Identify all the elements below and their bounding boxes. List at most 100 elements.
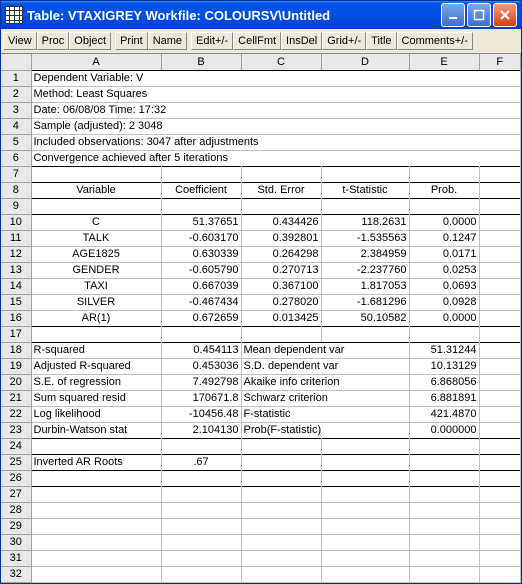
stat-name-r[interactable]: S.D. dependent var <box>241 358 409 374</box>
row-header[interactable]: 13 <box>1 262 31 278</box>
cell-E8[interactable]: Prob. <box>409 182 479 198</box>
cell-C26[interactable] <box>241 470 321 486</box>
cell-B9[interactable] <box>161 198 241 214</box>
cell-A15[interactable]: SILVER <box>31 294 161 310</box>
cell-B26[interactable] <box>161 470 241 486</box>
cell-E25[interactable] <box>409 454 479 470</box>
meta-line[interactable]: Sample (adjusted): 2 3048 <box>31 118 521 134</box>
cell-B30[interactable] <box>161 534 241 550</box>
col-header-D[interactable]: D <box>321 54 409 70</box>
row-header[interactable]: 8 <box>1 182 31 198</box>
tool-insdel[interactable]: InsDel <box>281 32 322 50</box>
stat-value-r[interactable]: 6.868056 <box>409 374 479 390</box>
cell-E14[interactable]: 0.0693 <box>409 278 479 294</box>
cell-B12[interactable]: 0.630339 <box>161 246 241 262</box>
row-header[interactable]: 19 <box>1 358 31 374</box>
cell-F24[interactable] <box>479 438 521 454</box>
meta-line[interactable]: Included observations: 3047 after adjust… <box>31 134 521 150</box>
cell-C11[interactable]: 0.392801 <box>241 230 321 246</box>
cell-A14[interactable]: TAXI <box>31 278 161 294</box>
tool-title[interactable]: Title <box>366 32 396 50</box>
cell-F11[interactable] <box>479 230 521 246</box>
cell-A11[interactable]: TALK <box>31 230 161 246</box>
row-header[interactable]: 24 <box>1 438 31 454</box>
stat-value[interactable]: 0.453036 <box>161 358 241 374</box>
stat-value[interactable]: -10456.48 <box>161 406 241 422</box>
tool-edit-[interactable]: Edit+/- <box>191 32 233 50</box>
cell-A32[interactable] <box>31 566 161 582</box>
cell-D32[interactable] <box>321 566 409 582</box>
col-header-E[interactable]: E <box>409 54 479 70</box>
cell-E11[interactable]: 0.1247 <box>409 230 479 246</box>
cell-D16[interactable]: 50.10582 <box>321 310 409 326</box>
cell-E16[interactable]: 0.0000 <box>409 310 479 326</box>
row-header[interactable]: 18 <box>1 342 31 358</box>
cell-A28[interactable] <box>31 502 161 518</box>
row-header[interactable]: 17 <box>1 326 31 342</box>
cell-F8[interactable] <box>479 182 521 198</box>
cell-E27[interactable] <box>409 486 479 502</box>
stat-value-r[interactable]: 421.4870 <box>409 406 479 422</box>
stat-value-r[interactable]: 6.881891 <box>409 390 479 406</box>
cell-E28[interactable] <box>409 502 479 518</box>
cell-A24[interactable] <box>31 438 161 454</box>
cell-B31[interactable] <box>161 550 241 566</box>
row-header[interactable]: 6 <box>1 150 31 166</box>
cell-D9[interactable] <box>321 198 409 214</box>
stat-name[interactable]: Durbin-Watson stat <box>31 422 161 438</box>
cell-C29[interactable] <box>241 518 321 534</box>
stat-value[interactable]: 0.454113 <box>161 342 241 358</box>
cell-B14[interactable]: 0.667039 <box>161 278 241 294</box>
meta-line[interactable]: Dependent Variable: V <box>31 70 521 86</box>
cell-A10[interactable]: C <box>31 214 161 230</box>
meta-line[interactable]: Method: Least Squares <box>31 86 521 102</box>
cell-B8[interactable]: Coefficient <box>161 182 241 198</box>
cell-E13[interactable]: 0.0253 <box>409 262 479 278</box>
row-header[interactable]: 4 <box>1 118 31 134</box>
stat-name[interactable]: R-squared <box>31 342 161 358</box>
cell-D26[interactable] <box>321 470 409 486</box>
cell-A30[interactable] <box>31 534 161 550</box>
cell-E7[interactable] <box>409 166 479 182</box>
cell-D11[interactable]: -1.535563 <box>321 230 409 246</box>
cell[interactable] <box>479 358 521 374</box>
cell-B7[interactable] <box>161 166 241 182</box>
cell-F7[interactable] <box>479 166 521 182</box>
row-header[interactable]: 12 <box>1 246 31 262</box>
row-header[interactable]: 16 <box>1 310 31 326</box>
close-button[interactable] <box>493 3 517 27</box>
cell-F28[interactable] <box>479 502 521 518</box>
minimize-button[interactable] <box>441 3 465 27</box>
cell-E31[interactable] <box>409 550 479 566</box>
cell-D31[interactable] <box>321 550 409 566</box>
cell-E24[interactable] <box>409 438 479 454</box>
cell-F29[interactable] <box>479 518 521 534</box>
tool-cellfmt[interactable]: CellFmt <box>233 32 281 50</box>
col-header-C[interactable]: C <box>241 54 321 70</box>
cell-C7[interactable] <box>241 166 321 182</box>
cell-D25[interactable] <box>321 454 409 470</box>
cell-C30[interactable] <box>241 534 321 550</box>
cell-C32[interactable] <box>241 566 321 582</box>
stat-name-r[interactable]: Akaike info criterion <box>241 374 409 390</box>
cell-A9[interactable] <box>31 198 161 214</box>
cell-A12[interactable]: AGE1825 <box>31 246 161 262</box>
row-header[interactable]: 1 <box>1 70 31 86</box>
cell-A17[interactable] <box>31 326 161 342</box>
cell-E32[interactable] <box>409 566 479 582</box>
cell[interactable] <box>479 390 521 406</box>
stat-value-r[interactable]: 51.31244 <box>409 342 479 358</box>
row-header[interactable]: 5 <box>1 134 31 150</box>
cell-E30[interactable] <box>409 534 479 550</box>
row-header[interactable]: 14 <box>1 278 31 294</box>
maximize-button[interactable] <box>467 3 491 27</box>
cell-C8[interactable]: Std. Error <box>241 182 321 198</box>
cell-B15[interactable]: -0.467434 <box>161 294 241 310</box>
cell-D30[interactable] <box>321 534 409 550</box>
row-header[interactable]: 27 <box>1 486 31 502</box>
cell-C15[interactable]: 0.278020 <box>241 294 321 310</box>
stat-name[interactable]: Sum squared resid <box>31 390 161 406</box>
cell-D15[interactable]: -1.681296 <box>321 294 409 310</box>
cell-E12[interactable]: 0.0171 <box>409 246 479 262</box>
row-header[interactable]: 26 <box>1 470 31 486</box>
